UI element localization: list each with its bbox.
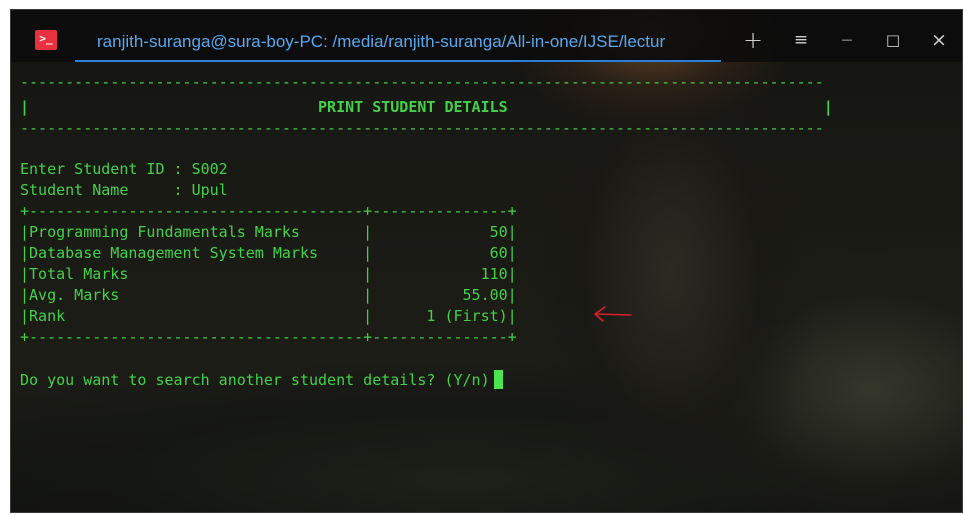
student-id-line: Enter Student ID : S002 (20, 160, 228, 178)
menu-button[interactable]: ≡ (789, 28, 813, 52)
title-bar: >_ ranjith-suranga@sura-boy-PC: /media/r… (11, 10, 962, 62)
red-arrow-icon (594, 306, 632, 322)
tab-active-terminal[interactable]: ranjith-suranga@sura-boy-PC: /media/ranj… (75, 22, 721, 62)
prompt-text: Do you want to search another student de… (20, 371, 490, 389)
prompt-line: Do you want to search another student de… (20, 370, 503, 389)
table-border-bottom: +-------------------------------------+-… (20, 328, 517, 346)
close-button[interactable]: × (927, 28, 951, 52)
terminal-icon[interactable]: >_ (35, 30, 57, 50)
dash-line-top: ----------------------------------------… (20, 73, 824, 91)
table-row: |Rank | 1 (First)| (20, 307, 517, 325)
header-line: | PRINT STUDENT DETAILS | (20, 98, 833, 116)
tab-title: ranjith-suranga@sura-boy-PC: /media/ranj… (97, 32, 666, 51)
text-cursor (493, 370, 503, 389)
table-row: |Database Management System Marks | 60| (20, 244, 517, 262)
maximize-button[interactable]: □ (881, 28, 905, 52)
minimize-button[interactable]: — (835, 28, 859, 52)
table-row: |Total Marks | 110| (20, 265, 517, 283)
terminal-output[interactable]: ----------------------------------------… (20, 67, 920, 487)
student-name-line: Student Name : Upul (20, 181, 228, 199)
dash-line-bottom: ----------------------------------------… (20, 119, 824, 137)
table-row: |Programming Fundamentals Marks | 50| (20, 223, 517, 241)
table-row: |Avg. Marks | 55.00| (20, 286, 517, 304)
new-tab-button[interactable]: + (741, 28, 765, 52)
table-border-top: +-------------------------------------+-… (20, 202, 517, 220)
terminal-window: >_ ranjith-suranga@sura-boy-PC: /media/r… (11, 10, 962, 512)
